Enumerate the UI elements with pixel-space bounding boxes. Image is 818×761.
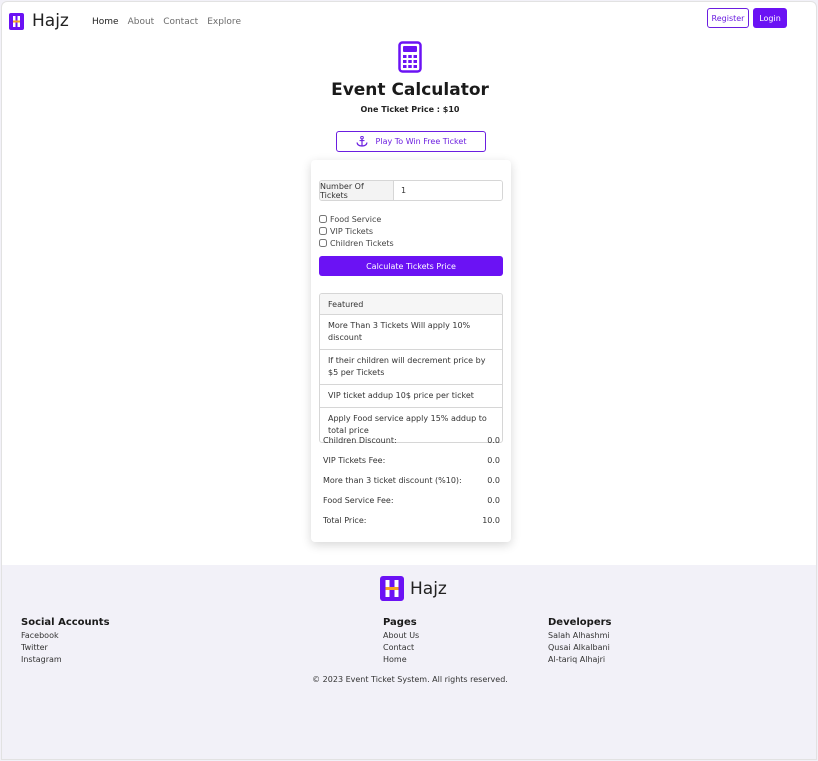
result-label: VIP Tickets Fee:: [323, 456, 386, 465]
result-total-price: Total Price: 10.0: [323, 516, 500, 536]
result-food-fee: Food Service Fee: 0.0: [323, 496, 500, 516]
tickets-input-group: Number Of Tickets: [319, 180, 503, 201]
footer-social: Social Accounts Facebook Twitter Instagr…: [21, 617, 110, 666]
footer-developers-title: Developers: [548, 617, 612, 628]
footer-social-title: Social Accounts: [21, 617, 110, 628]
tickets-label: Number Of Tickets: [320, 181, 394, 200]
tickets-input[interactable]: [394, 181, 502, 200]
result-label: Children Discount:: [323, 436, 397, 445]
result-label: Total Price:: [323, 516, 367, 525]
option-vip-tickets[interactable]: VIP Tickets: [319, 225, 394, 237]
calculator-icon: [398, 41, 422, 73]
result-value: 0.0: [487, 476, 500, 485]
ticket-price: One Ticket Price : $10: [360, 105, 460, 114]
result-label: More than 3 ticket discount (%10):: [323, 476, 462, 485]
anchor-icon: [355, 136, 368, 147]
play-button-label: Play To Win Free Ticket: [375, 137, 467, 146]
footer-developers: Developers Salah Alhashmi Qusai Alkalban…: [548, 617, 612, 666]
copyright: © 2023 Event Ticket System. All rights r…: [312, 675, 508, 684]
page-title: Event Calculator: [331, 80, 489, 100]
nav-link-about[interactable]: About: [128, 17, 155, 27]
calculate-button[interactable]: Calculate Tickets Price: [319, 256, 503, 276]
page: Hajz Home About Contact Explore Register…: [1, 1, 817, 760]
results-list: Children Discount: 0.0 VIP Tickets Fee: …: [323, 436, 500, 536]
brand-name: Hajz: [32, 11, 69, 31]
footer-brand[interactable]: Hajz: [380, 576, 447, 601]
food-service-checkbox[interactable]: [319, 215, 327, 223]
result-bulk-discount: More than 3 ticket discount (%10): 0.0: [323, 476, 500, 496]
options-list: Food Service VIP Tickets Children Ticket…: [319, 213, 394, 249]
nav-link-contact[interactable]: Contact: [163, 17, 198, 27]
footer-link-about-us[interactable]: About Us: [383, 630, 419, 642]
option-food-service[interactable]: Food Service: [319, 213, 394, 225]
nav-links: Home About Contact Explore: [92, 17, 250, 27]
developer-name: Salah Alhashmi: [548, 631, 610, 640]
featured-item: If their children will decrement price b…: [320, 350, 502, 385]
footer-link-facebook[interactable]: Facebook: [21, 630, 110, 642]
result-children-discount: Children Discount: 0.0: [323, 436, 500, 456]
calculator-card: Number Of Tickets Food Service VIP Ticke…: [311, 160, 511, 542]
hajz-logo-icon: [380, 576, 404, 601]
result-vip-fee: VIP Tickets Fee: 0.0: [323, 456, 500, 476]
hajz-logo-icon: [9, 12, 24, 30]
developer-name: Al-tariq Alhajri: [548, 655, 606, 664]
featured-item: VIP ticket addup 10$ price per ticket: [320, 385, 502, 408]
footer-link-twitter[interactable]: Twitter: [21, 642, 110, 654]
register-button[interactable]: Register: [707, 8, 749, 28]
play-to-win-button[interactable]: Play To Win Free Ticket: [336, 131, 486, 152]
footer-pages: Pages About Us Contact Home: [383, 617, 419, 666]
vip-tickets-label: VIP Tickets: [330, 226, 374, 236]
featured-list: Featured More Than 3 Tickets Will apply …: [319, 293, 503, 443]
footer: Hajz Social Accounts Facebook Twitter In…: [2, 565, 816, 759]
vip-tickets-checkbox[interactable]: [319, 227, 327, 235]
result-value: 0.0: [487, 496, 500, 505]
result-value: 0.0: [487, 436, 500, 445]
children-tickets-checkbox[interactable]: [319, 239, 327, 247]
result-value: 0.0: [487, 456, 500, 465]
result-label: Food Service Fee:: [323, 496, 394, 505]
featured-header: Featured: [320, 294, 502, 315]
result-value: 10.0: [482, 516, 500, 525]
children-tickets-label: Children Tickets: [330, 238, 394, 248]
footer-link-instagram[interactable]: Instagram: [21, 654, 110, 666]
option-children-tickets[interactable]: Children Tickets: [319, 237, 394, 249]
developer-name: Qusai Alkalbani: [548, 643, 610, 652]
nav-link-home[interactable]: Home: [92, 17, 119, 27]
footer-link-home[interactable]: Home: [383, 654, 419, 666]
navbar: Hajz Home About Contact Explore Register…: [2, 2, 816, 40]
food-service-label: Food Service: [330, 214, 382, 224]
footer-pages-title: Pages: [383, 617, 417, 628]
featured-item: More Than 3 Tickets Will apply 10% disco…: [320, 315, 502, 350]
brand[interactable]: Hajz: [9, 11, 69, 31]
nav-link-explore[interactable]: Explore: [207, 17, 241, 27]
footer-brand-name: Hajz: [410, 578, 447, 599]
login-button[interactable]: Login: [753, 8, 787, 28]
footer-link-contact[interactable]: Contact: [383, 642, 419, 654]
